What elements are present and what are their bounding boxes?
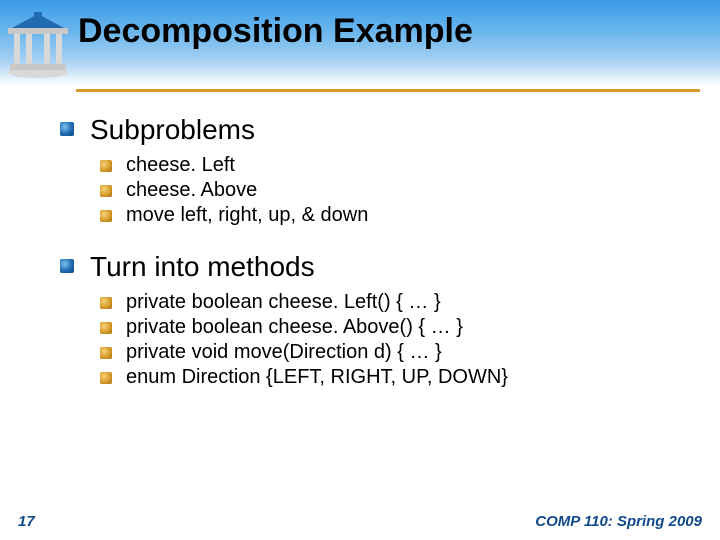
list-item-methods: Turn into methods private boolean cheese… <box>60 251 680 389</box>
sub-item: cheese. Left <box>100 154 680 177</box>
sub-item-text: private boolean cheese. Left() { … } <box>126 291 441 313</box>
slide-footer: 17 COMP 110: Spring 2009 <box>18 513 702 530</box>
sub-item-text: private boolean cheese. Above() { … } <box>126 316 463 338</box>
list-item-subproblems: Subproblems cheese. Left cheese. Above m… <box>60 114 680 227</box>
sub-item-text: private void move(Direction d) { … } <box>126 341 442 363</box>
sub-item-text: cheese. Above <box>126 179 257 201</box>
sub-item: private void move(Direction d) { … } <box>100 341 680 364</box>
bullet-list: Subproblems cheese. Left cheese. Above m… <box>60 114 680 389</box>
section-heading: Turn into methods <box>90 251 315 282</box>
sub-bullet-icon <box>100 322 112 334</box>
sub-item: enum Direction {LEFT, RIGHT, UP, DOWN} <box>100 366 680 389</box>
sub-item-text: enum Direction {LEFT, RIGHT, UP, DOWN} <box>126 366 508 388</box>
section-heading: Subproblems <box>90 114 255 145</box>
slide: Decomposition Example Subproblems cheese… <box>0 0 720 540</box>
sub-bullet-icon <box>100 372 112 384</box>
sub-item: cheese. Above <box>100 179 680 202</box>
sub-bullet-icon <box>100 185 112 197</box>
sub-list: private boolean cheese. Left() { … } pri… <box>90 291 680 389</box>
sub-item: private boolean cheese. Above() { … } <box>100 316 680 339</box>
course-label: COMP 110: Spring 2009 <box>535 513 702 530</box>
sub-list: cheese. Left cheese. Above move left, ri… <box>90 154 680 227</box>
sub-item: private boolean cheese. Left() { … } <box>100 291 680 314</box>
sub-bullet-icon <box>100 347 112 359</box>
slide-content: Subproblems cheese. Left cheese. Above m… <box>0 86 720 389</box>
sub-item-text: cheese. Left <box>126 154 235 176</box>
sub-bullet-icon <box>100 297 112 309</box>
sub-item-text: move left, right, up, & down <box>126 204 368 226</box>
sub-item: move left, right, up, & down <box>100 204 680 227</box>
unc-well-icon <box>4 12 72 80</box>
bullet-icon <box>60 259 74 273</box>
slide-header: Decomposition Example <box>0 0 720 86</box>
sub-bullet-icon <box>100 160 112 172</box>
bullet-icon <box>60 122 74 136</box>
page-number: 17 <box>18 513 35 530</box>
sub-bullet-icon <box>100 210 112 222</box>
title-underline <box>76 89 700 92</box>
slide-title: Decomposition Example <box>78 12 720 51</box>
